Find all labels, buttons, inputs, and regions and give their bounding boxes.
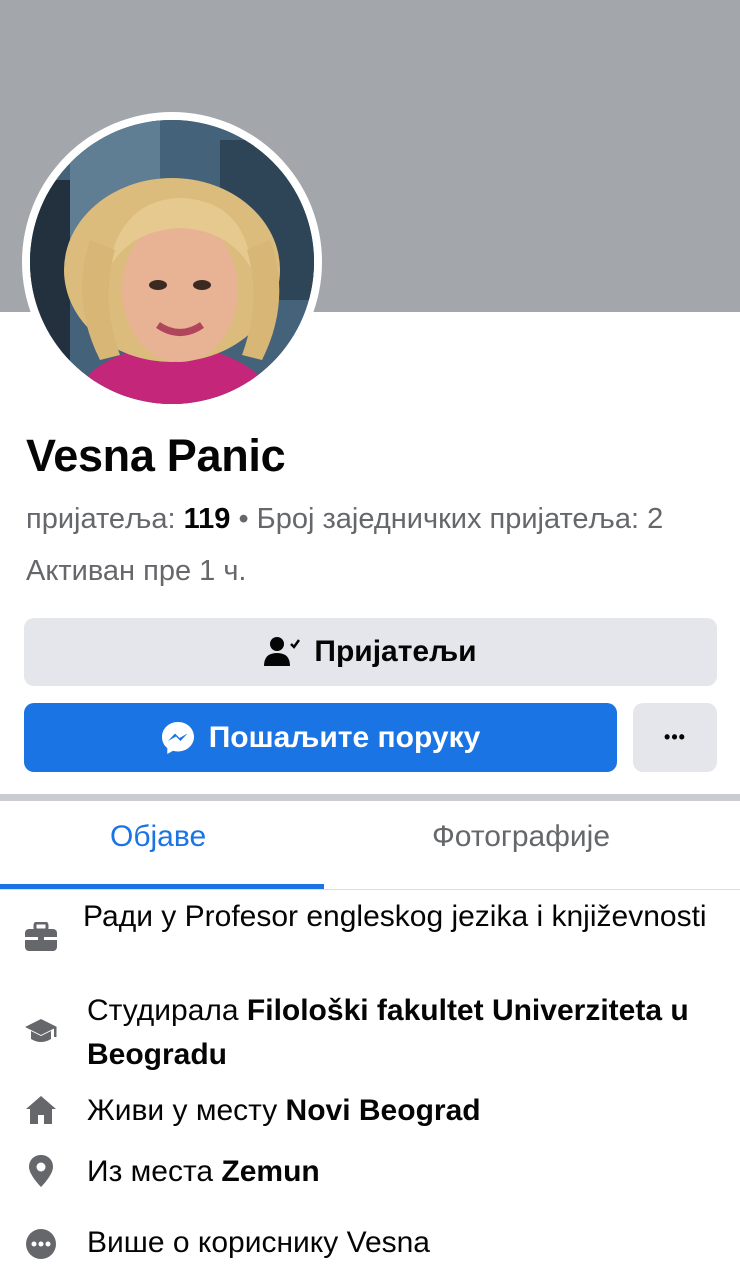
lives-prefix: Живи у месту bbox=[87, 1094, 286, 1127]
friends-button[interactable]: Пријатељи bbox=[24, 618, 717, 686]
friends-button-label: Пријатељи bbox=[314, 635, 477, 668]
tab-posts[interactable]: Објаве bbox=[110, 820, 206, 854]
friends-count-line: пријатеља: 119 • Број заједничких пријат… bbox=[26, 503, 740, 536]
more-dots-icon bbox=[24, 1227, 58, 1261]
separator-dot: • bbox=[238, 503, 249, 535]
more-dots-icon: ••• bbox=[664, 727, 686, 747]
more-about-link[interactable]: Више о кориснику Vesna bbox=[87, 1221, 430, 1265]
from-info: Из места Zemun bbox=[87, 1150, 320, 1194]
avatar-photo bbox=[30, 120, 314, 404]
lives-value[interactable]: Novi Beograd bbox=[286, 1094, 481, 1127]
home-icon bbox=[24, 1093, 58, 1127]
profile-name: Vesna Panic bbox=[26, 430, 286, 481]
send-message-button[interactable]: Пошаљите поруку bbox=[24, 703, 617, 772]
education-info: Студирала Filološki fakultet Univerzitet… bbox=[87, 989, 717, 1077]
work-value: Profesor engleskog jezika i književnosti bbox=[184, 900, 707, 933]
activity-status: Активан пре 1 ч. bbox=[26, 555, 247, 587]
friend-check-icon bbox=[264, 636, 301, 668]
lives-info: Живи у месту Novi Beograd bbox=[87, 1089, 481, 1133]
profile-avatar[interactable] bbox=[30, 120, 314, 404]
friends-count[interactable]: 119 bbox=[184, 503, 231, 535]
from-value[interactable]: Zemun bbox=[221, 1155, 319, 1188]
tabs-divider bbox=[0, 889, 740, 890]
work-prefix: Ради у bbox=[83, 900, 185, 933]
work-info: Ради у Profesor engleskog jezika i knjiž… bbox=[83, 895, 713, 939]
tab-photos[interactable]: Фотографије bbox=[432, 820, 610, 854]
friends-label: пријатеља: bbox=[26, 503, 176, 535]
messenger-icon bbox=[161, 721, 195, 755]
from-prefix: Из места bbox=[87, 1155, 222, 1188]
mutual-friends-count[interactable]: Број заједничких пријатеља: 2 bbox=[257, 503, 664, 535]
send-message-label: Пошаљите поруку bbox=[208, 720, 481, 754]
briefcase-icon bbox=[24, 920, 58, 954]
education-prefix: Студирала bbox=[87, 994, 247, 1027]
location-pin-icon bbox=[24, 1154, 58, 1188]
more-options-button[interactable]: ••• bbox=[633, 703, 717, 772]
graduation-cap-icon bbox=[24, 1015, 58, 1049]
section-divider bbox=[0, 794, 740, 801]
